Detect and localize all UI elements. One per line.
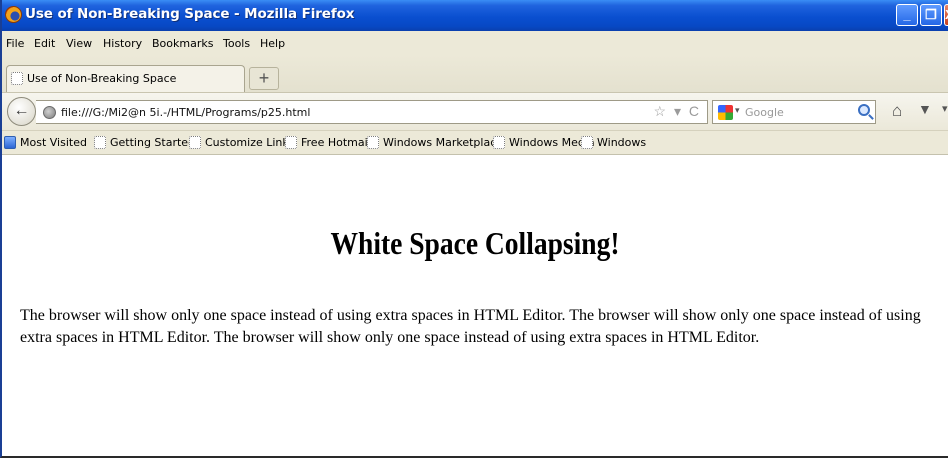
bookmark-windows-marketplace[interactable]: Windows Marketplace xyxy=(367,136,503,149)
new-tab-button[interactable]: + xyxy=(249,67,279,90)
bookmark-getting-started[interactable]: Getting Started xyxy=(94,136,195,149)
bookmark-customize-links[interactable]: Customize Links xyxy=(189,136,295,149)
page-icon xyxy=(581,136,593,149)
close-button[interactable]: X xyxy=(944,4,948,26)
page-icon xyxy=(11,72,23,85)
bookmark-windows[interactable]: Windows xyxy=(581,136,646,149)
search-input[interactable]: Google xyxy=(745,106,784,119)
tab-label: Use of Non-Breaking Space xyxy=(27,72,177,85)
google-icon[interactable] xyxy=(718,105,733,120)
maximize-button[interactable]: ❐ xyxy=(920,4,942,26)
most-visited-icon xyxy=(4,136,16,149)
bookmark-free-hotmail[interactable]: Free Hotmail xyxy=(285,136,371,149)
page-content: White Space Collapsing! The browser will… xyxy=(2,154,948,456)
bookmark-label: Windows xyxy=(597,136,647,149)
navigation-bar: file:///G:/Mi2@n 5i.-/HTML/Programs/p25.… xyxy=(2,92,948,130)
menu-tools[interactable]: Tools xyxy=(223,37,250,50)
menu-bar: File Edit View History Bookmarks Tools H… xyxy=(2,31,948,55)
menu-view[interactable]: View xyxy=(66,37,92,50)
page-icon xyxy=(189,136,201,149)
tab-strip: Use of Non-Breaking Space + xyxy=(2,55,948,92)
history-dropdown-icon[interactable]: ▾ xyxy=(674,103,681,119)
bookmark-label: Windows Marketplace xyxy=(383,136,504,149)
bookmark-label: Free Hotmail xyxy=(301,136,371,149)
menu-edit[interactable]: Edit xyxy=(34,37,55,50)
reload-icon[interactable]: C xyxy=(689,103,699,119)
firefox-logo-icon xyxy=(5,6,22,23)
window-title: Use of Non-Breaking Space - Mozilla Fire… xyxy=(25,6,355,22)
menu-history[interactable]: History xyxy=(103,37,142,50)
url-bar-icons: ☆ ▾ C xyxy=(650,103,700,120)
bookmark-label: Getting Started xyxy=(110,136,196,149)
page-paragraph: The browser will show only one space ins… xyxy=(20,307,921,346)
toolbar-menu-icon[interactable]: ▾ xyxy=(942,102,948,115)
search-engine-dropdown-icon[interactable]: ▾ xyxy=(735,105,740,116)
page-icon xyxy=(94,136,106,149)
url-bar[interactable]: file:///G:/Mi2@n 5i.-/HTML/Programs/p25.… xyxy=(36,100,708,124)
page-icon xyxy=(367,136,379,149)
back-button[interactable]: ← xyxy=(7,97,36,126)
bookmark-star-icon[interactable]: ☆ xyxy=(654,103,667,119)
menu-bookmarks[interactable]: Bookmarks xyxy=(152,37,213,50)
bookmarks-bar: Most Visited Getting Started Customize L… xyxy=(2,130,948,154)
url-text[interactable]: file:///G:/Mi2@n 5i.-/HTML/Programs/p25.… xyxy=(61,106,310,119)
menu-file[interactable]: File xyxy=(6,37,24,50)
page-heading: White Space Collapsing! xyxy=(330,225,620,261)
globe-icon xyxy=(43,106,56,119)
minimize-button[interactable]: _ xyxy=(896,4,918,26)
search-icon[interactable] xyxy=(858,104,870,116)
tab-active[interactable]: Use of Non-Breaking Space xyxy=(6,65,245,92)
bookmark-windows-media[interactable]: Windows Media xyxy=(493,136,595,149)
browser-window: Use of Non-Breaking Space - Mozilla Fire… xyxy=(0,0,948,458)
bookmark-label: Customize Links xyxy=(205,136,295,149)
bookmark-most-visited[interactable]: Most Visited xyxy=(4,136,87,149)
page-icon xyxy=(285,136,297,149)
page-icon xyxy=(493,136,505,149)
menu-help[interactable]: Help xyxy=(260,37,285,50)
pocket-icon[interactable]: ▼ xyxy=(918,101,932,117)
bookmark-label: Most Visited xyxy=(20,136,87,149)
search-bar[interactable]: ▾ Google xyxy=(712,100,876,124)
home-icon[interactable]: ⌂ xyxy=(892,101,902,121)
title-bar[interactable]: Use of Non-Breaking Space - Mozilla Fire… xyxy=(2,0,948,31)
